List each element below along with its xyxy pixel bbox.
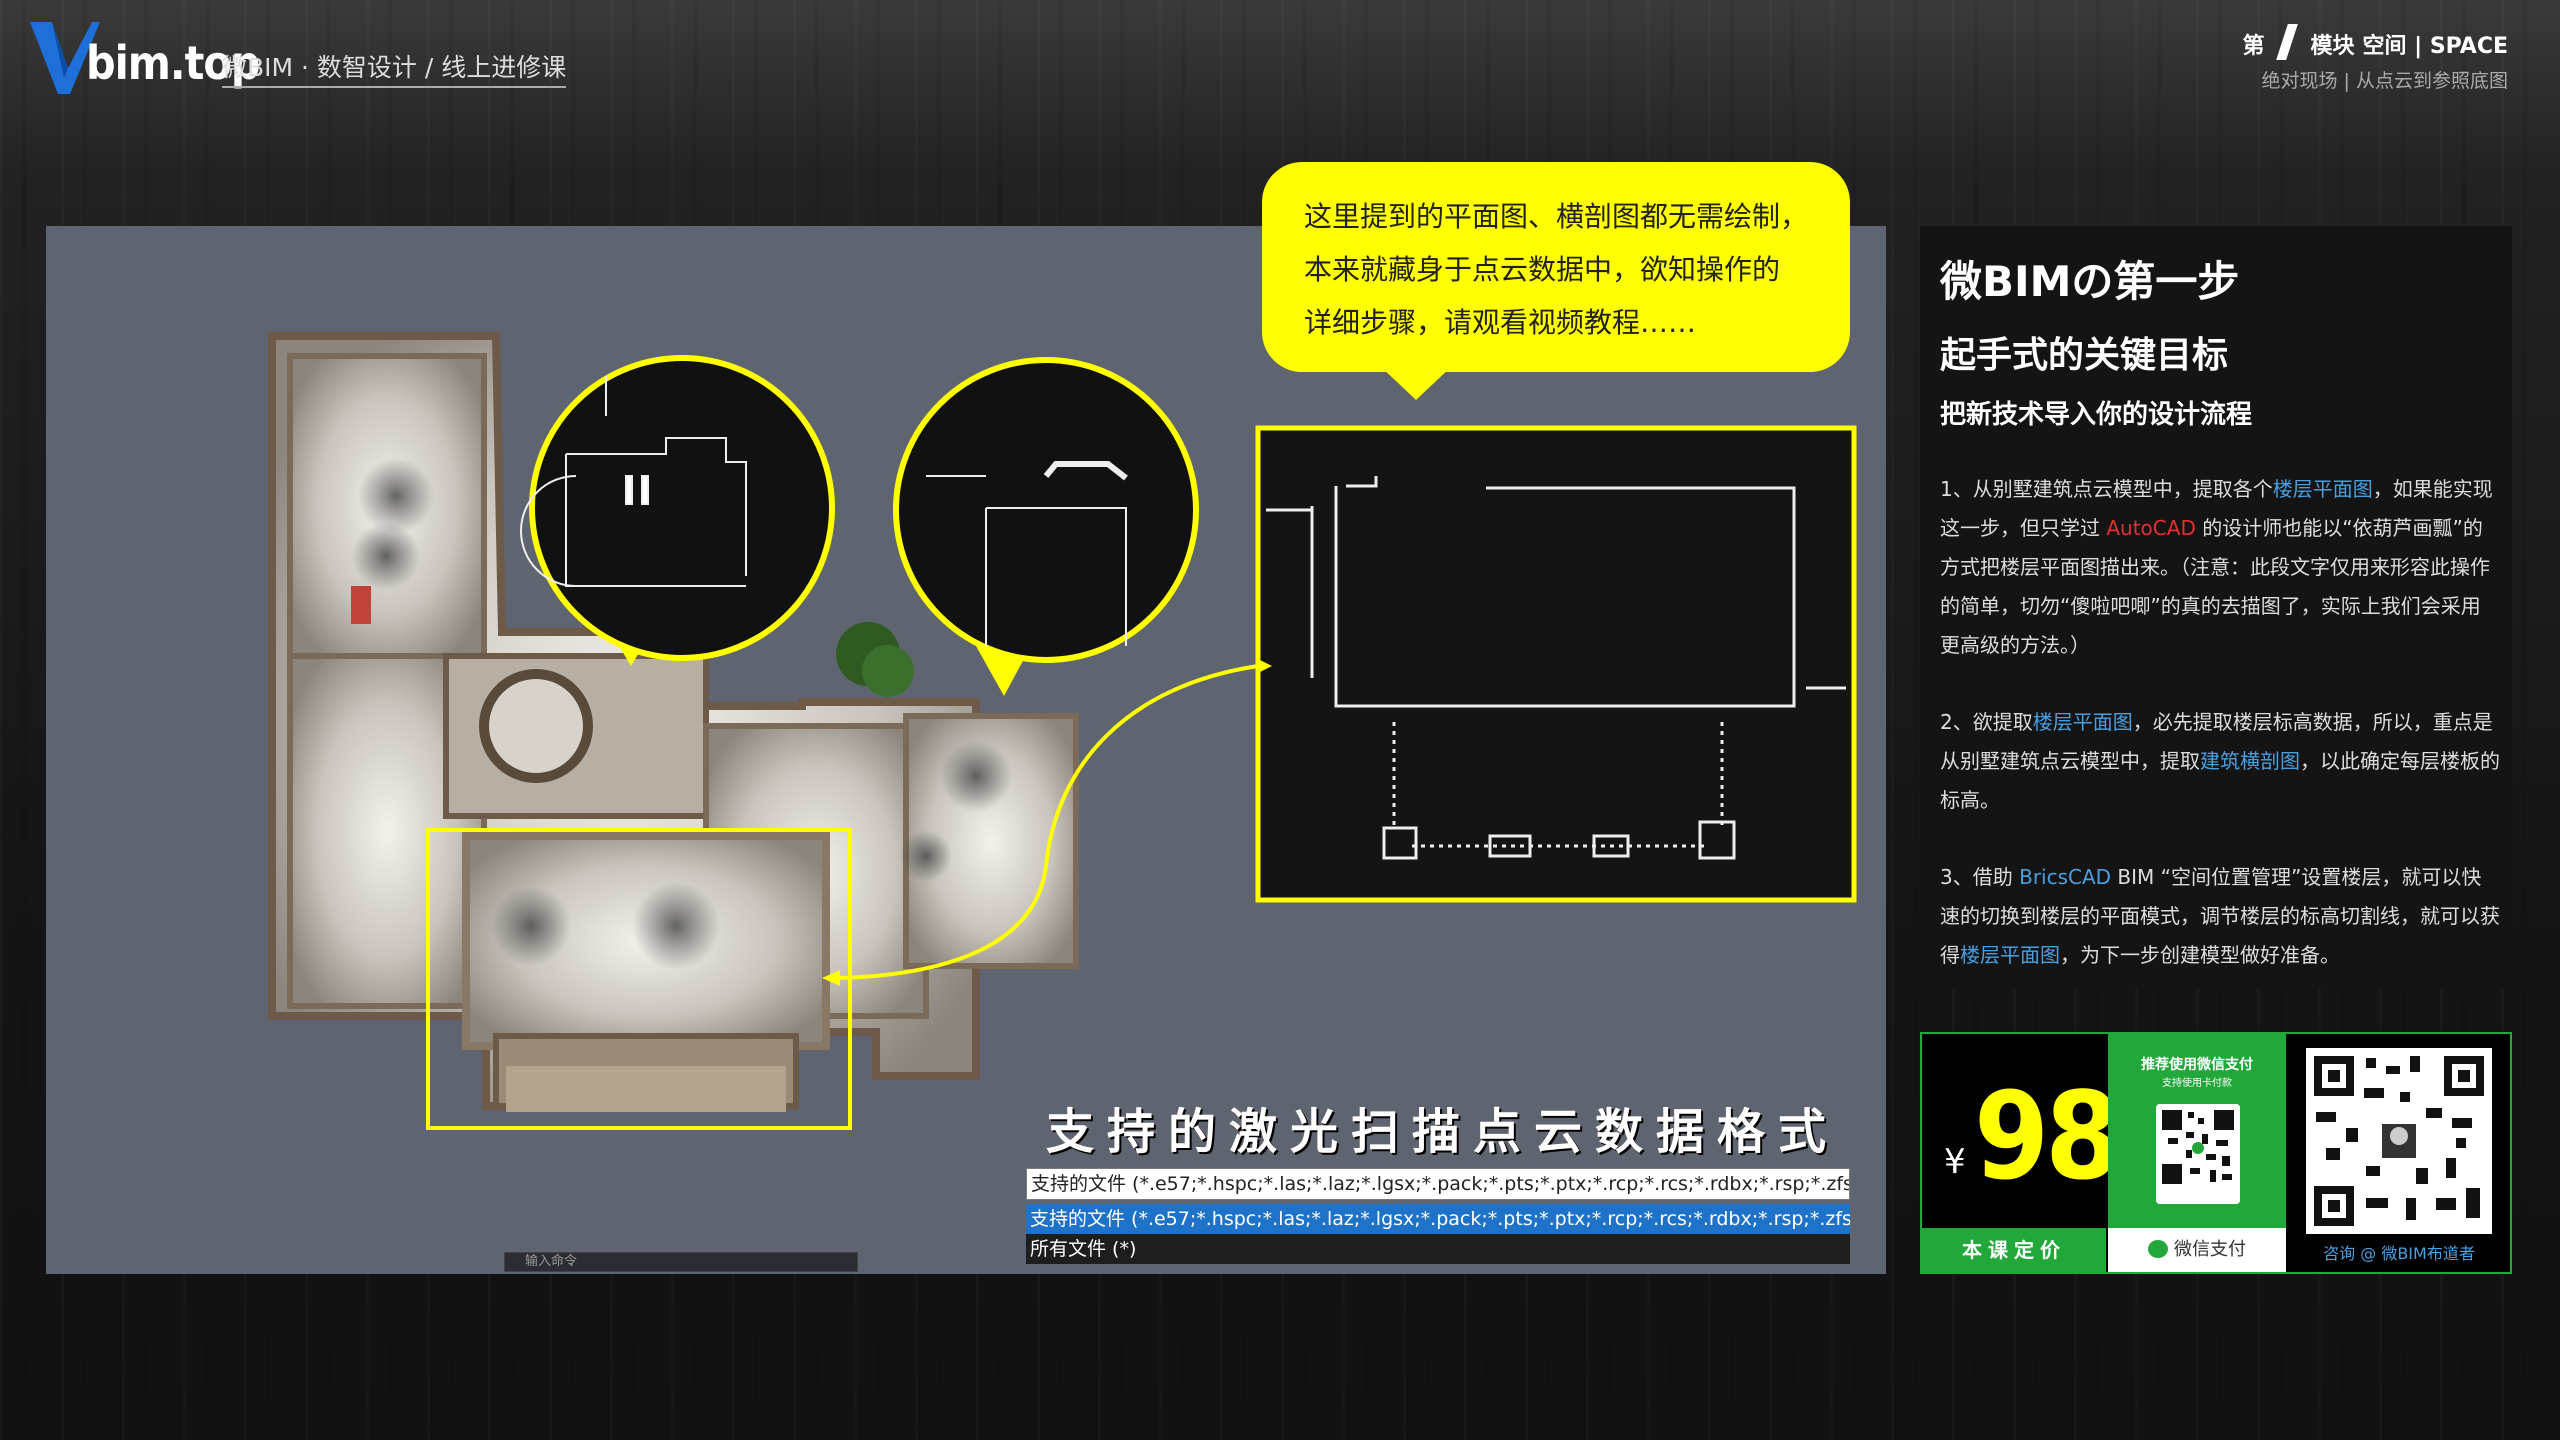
wechat-icon — [2148, 1240, 2168, 1258]
consult-cell[interactable]: 咨询 @ 微BIM布道者 — [2288, 1034, 2510, 1272]
info-tagline: 把新技术导入你的设计流程 — [1940, 400, 2253, 430]
pay-subtitle: 支持使用卡付款 — [2162, 1078, 2232, 1089]
space-label: 空间 | SPACE — [2362, 34, 2508, 59]
info-paragraph-1: 1、从别墅建筑点云模型中，提取各个楼层平面图，如果能实现这一步，但只学过 Aut… — [1940, 477, 2493, 657]
pay-title: 推荐使用微信支付 — [2141, 1057, 2253, 1073]
link-section: 建筑横剖图 — [2200, 749, 2300, 773]
module-label: 模块 — [2310, 34, 2355, 59]
section-drawing — [1255, 425, 1857, 903]
info-paragraph-3: 3、借助 BricsCAD BIM “空间位置管理”设置楼层，就可以快速的切换到… — [1940, 865, 2500, 967]
autocad-highlight: AutoCAD — [2106, 516, 2196, 540]
magnifier-circle-left — [520, 355, 835, 666]
logo: bim.top — [30, 22, 260, 94]
callout-line-3: 详细步骤，请观看视频教程…… — [1304, 306, 1697, 339]
link-floor-plan-3: 楼层平面图 — [1960, 943, 2060, 967]
callout-line-2: 本来就藏身于点云数据中，欲知操作的 — [1304, 253, 1781, 286]
callout-bubble: 这里提到的平面图、横剖图都无需绘制， 本来就藏身于点云数据中，欲知操作的 详细步… — [1262, 162, 1850, 372]
price-amount: 98 — [1974, 1068, 2120, 1207]
price-panel: ¥ 98 本课定价 推荐使用微信支付 支持使用卡付款 微信支付 咨询 @ 微BI… — [1920, 1032, 2512, 1274]
slash-icon — [2276, 24, 2299, 60]
link-floor-plan: 楼层平面图 — [2272, 477, 2373, 501]
callout-line-1: 这里提到的平面图、横剖图都无需绘制， — [1304, 200, 1809, 233]
wechat-pay-cell[interactable]: 推荐使用微信支付 支持使用卡付款 微信支付 — [2108, 1034, 2286, 1272]
file-type-option-all[interactable]: 所有文件 (*) — [1026, 1234, 1850, 1264]
currency-symbol: ¥ — [1944, 1142, 1966, 1182]
consult-caption: 咨询 @ 微BIM布道者 — [2323, 1244, 2475, 1263]
header-right: 第 模块 空间 | SPACE 绝对现场 | 从点云到参照底图 — [2242, 24, 2508, 93]
price-label: 本课定价 — [1922, 1228, 2106, 1272]
pay-qr-code-icon[interactable] — [2156, 1104, 2240, 1204]
info-title: 微BIMの第一步 — [1940, 257, 2240, 306]
info-panel: 微BIMの第一步 起手式的关键目标 把新技术导入你的设计流程 1、从别墅建筑点云… — [1920, 226, 2512, 988]
callout-tail — [1380, 366, 1452, 400]
info-body: 1、从别墅建筑点云模型中，提取各个楼层平面图，如果能实现这一步，但只学过 Aut… — [1940, 470, 2500, 1013]
consult-qr-code-icon[interactable] — [2306, 1048, 2492, 1234]
info-paragraph-2: 2、欲提取楼层平面图，必先提取楼层标高数据，所以，重点是从别墅建筑点云模型中，提… — [1940, 710, 2500, 812]
magnifier-circle-right — [893, 357, 1199, 696]
file-type-option-supported[interactable]: 支持的文件 (*.e57;*.hspc;*.las;*.laz;*.lgsx;*… — [1026, 1204, 1850, 1234]
header-tagline: 微BIM · 数智设计 / 线上进修课 — [222, 48, 567, 88]
file-type-current[interactable]: 支持的文件 (*.e57;*.hspc;*.las;*.laz;*.lgsx;*… — [1026, 1168, 1850, 1200]
file-type-select[interactable]: 支持的文件 (*.e57;*.hspc;*.las;*.laz;*.lgsx;*… — [1026, 1168, 1850, 1264]
link-floor-plan-2: 楼层平面图 — [2032, 710, 2133, 734]
header-subtitle: 绝对现场 | 从点云到参照底图 — [2261, 70, 2508, 92]
info-subtitle: 起手式的关键目标 — [1940, 335, 2229, 376]
formats-title: 支持的激光扫描点云数据格式 — [1046, 1104, 1840, 1160]
wechat-pay-button[interactable]: 微信支付 — [2108, 1228, 2286, 1272]
bricscad-highlight: BricsCAD — [2019, 865, 2112, 889]
command-input[interactable]: 输入命令 — [504, 1252, 858, 1272]
series-label: 第 — [2242, 34, 2265, 59]
price-cell: ¥ 98 本课定价 — [1922, 1034, 2120, 1272]
command-placeholder: 输入命令 — [525, 1254, 578, 1269]
